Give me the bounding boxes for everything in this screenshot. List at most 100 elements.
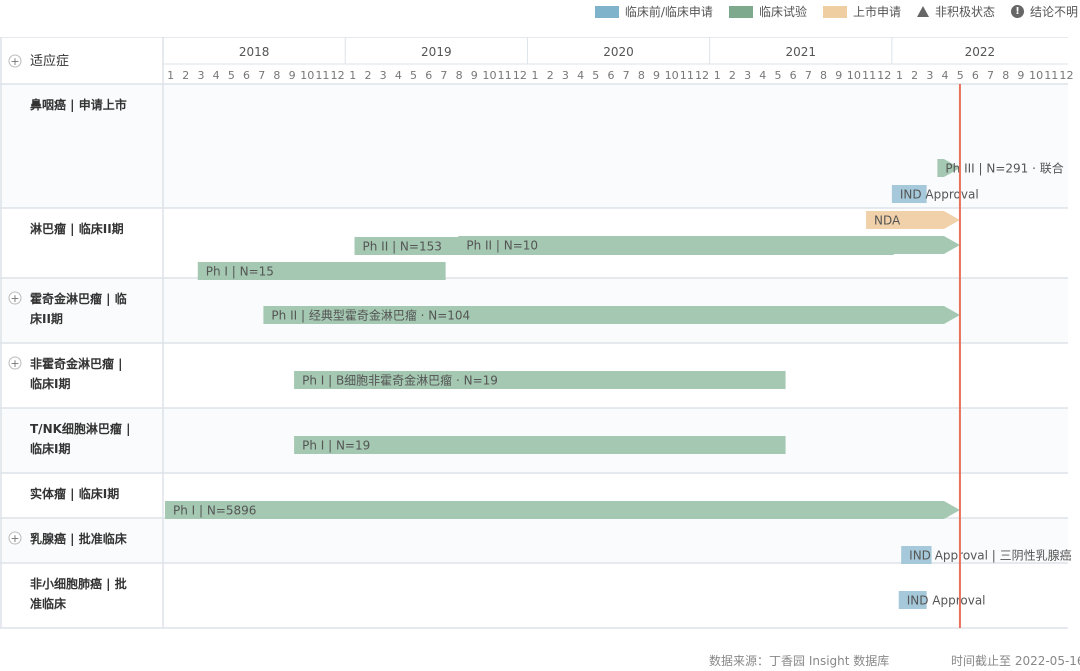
label-line: 准临床 bbox=[30, 596, 67, 611]
year-label: 2020 bbox=[603, 45, 634, 59]
month-label: 7 bbox=[805, 69, 812, 82]
legend-item[interactable]: 临床前/临床申请 bbox=[594, 3, 713, 20]
month-label: 3 bbox=[562, 69, 569, 82]
legend-swatch bbox=[822, 5, 847, 18]
indication-label: 实体瘤 | 临床I期 bbox=[30, 486, 119, 501]
month-label: 9 bbox=[289, 69, 296, 82]
month-label: 10 bbox=[665, 69, 679, 82]
month-label: 12 bbox=[695, 69, 709, 82]
month-label: 4 bbox=[395, 69, 402, 82]
month-label: 9 bbox=[1017, 69, 1024, 82]
month-label: 11 bbox=[1044, 69, 1058, 82]
month-label: 3 bbox=[197, 69, 204, 82]
year-label: 2021 bbox=[785, 45, 816, 59]
month-label: 8 bbox=[638, 69, 645, 82]
indication-label: 乳腺癌 | 批准临床 bbox=[30, 531, 128, 546]
month-label: 11 bbox=[862, 69, 876, 82]
indication-label: 鼻咽癌 | 申请上市 bbox=[30, 97, 127, 112]
month-label: 1 bbox=[714, 69, 721, 82]
bar-label: Ph I | N=19 bbox=[302, 439, 370, 453]
month-label: 5 bbox=[228, 69, 235, 82]
label-line: T/NK细胞淋巴瘤 | bbox=[30, 421, 135, 436]
triangle-icon bbox=[916, 6, 929, 17]
month-label: 7 bbox=[258, 69, 265, 82]
month-label: 12 bbox=[877, 69, 891, 82]
label-line: 淋巴瘤 | 临床II期 bbox=[30, 221, 124, 236]
month-label: 9 bbox=[835, 69, 842, 82]
legend-label: 临床试验 bbox=[758, 5, 807, 19]
legend-label: 结论不明 bbox=[1029, 5, 1078, 19]
legend-label: 非积极状态 bbox=[934, 5, 995, 19]
month-label: 6 bbox=[243, 69, 250, 82]
label-line: 乳腺癌 | 批准临床 bbox=[30, 531, 128, 546]
month-label: 8 bbox=[820, 69, 827, 82]
month-label: 2 bbox=[364, 69, 371, 82]
plus-glyph: + bbox=[10, 55, 19, 68]
month-label: 12 bbox=[331, 69, 345, 82]
month-label: 5 bbox=[592, 69, 599, 82]
legend-item[interactable]: ! 结论不明 bbox=[1010, 3, 1078, 20]
month-label: 6 bbox=[790, 69, 797, 82]
month-label: 5 bbox=[957, 69, 964, 82]
bar-label: IND Approval bbox=[907, 594, 986, 608]
bar-label: Ph II | 经典型霍奇金淋巴瘤 · N=104 bbox=[271, 308, 470, 323]
month-label: 12 bbox=[513, 69, 527, 82]
month-label: 10 bbox=[300, 69, 314, 82]
month-label: 12 bbox=[1059, 69, 1073, 82]
month-label: 4 bbox=[942, 69, 949, 82]
bar-label: Ph III | N=291 · 联合 bbox=[945, 161, 1063, 176]
month-label: 1 bbox=[167, 69, 174, 82]
bar-label: Ph I | N=5896 bbox=[173, 504, 256, 518]
month-label: 7 bbox=[987, 69, 994, 82]
month-label: 6 bbox=[425, 69, 432, 82]
bar-label: IND Approval | 三阴性乳腺癌 bbox=[909, 548, 1072, 563]
month-label: 9 bbox=[653, 69, 660, 82]
month-label: 1 bbox=[896, 69, 903, 82]
plus-glyph: + bbox=[10, 292, 19, 305]
data-source-note: 数据来源：丁香园 Insight 数据库 bbox=[709, 654, 890, 668]
legend-label: 上市申请 bbox=[852, 5, 901, 19]
month-label: 5 bbox=[410, 69, 417, 82]
month-label: 1 bbox=[349, 69, 356, 82]
month-label: 10 bbox=[482, 69, 496, 82]
label-line: 非霍奇金淋巴瘤 | bbox=[30, 356, 127, 371]
month-label: 2 bbox=[182, 69, 189, 82]
bar-label: Ph II | N=153 bbox=[363, 240, 442, 254]
month-label: 11 bbox=[680, 69, 694, 82]
month-label: 4 bbox=[577, 69, 584, 82]
month-label: 2 bbox=[729, 69, 736, 82]
legend-swatch bbox=[594, 5, 619, 18]
month-label: 7 bbox=[623, 69, 630, 82]
plus-glyph: + bbox=[10, 532, 19, 545]
pipeline-gantt-chart: 2018 2019 2020 2021 2022 1 2 3 4 5 6 7 8 9 10 11 12 1 2 3 4 5… bbox=[0, 37, 1080, 629]
column-header-label: 适应症 bbox=[30, 53, 69, 69]
label-line: 床II期 bbox=[30, 311, 63, 326]
legend-label: 临床前/临床申请 bbox=[624, 5, 713, 19]
legend-item[interactable]: 临床试验 bbox=[728, 3, 807, 20]
month-label: 10 bbox=[1029, 69, 1043, 82]
legend-item[interactable]: 非积极状态 bbox=[916, 3, 995, 20]
month-label: 8 bbox=[273, 69, 280, 82]
month-label: 11 bbox=[498, 69, 512, 82]
month-label: 1 bbox=[532, 69, 539, 82]
legend-swatch bbox=[728, 5, 753, 18]
phase-bar bbox=[164, 501, 960, 519]
label-line: 鼻咽癌 | 申请上市 bbox=[30, 97, 127, 112]
year-label: 2018 bbox=[239, 45, 270, 59]
month-label: 7 bbox=[440, 69, 447, 82]
month-label: 2 bbox=[911, 69, 918, 82]
month-label: 5 bbox=[774, 69, 781, 82]
month-label: 8 bbox=[456, 69, 463, 82]
month-label: 3 bbox=[926, 69, 933, 82]
month-label: 6 bbox=[607, 69, 614, 82]
year-label: 2022 bbox=[965, 45, 996, 59]
month-label: 6 bbox=[972, 69, 979, 82]
month-label: 9 bbox=[471, 69, 478, 82]
label-line: 临床I期 bbox=[30, 376, 70, 391]
month-label: 2 bbox=[547, 69, 554, 82]
indication-label: 淋巴瘤 | 临床II期 bbox=[30, 221, 124, 236]
label-line: 实体瘤 | 临床I期 bbox=[30, 486, 119, 501]
legend-item[interactable]: 上市申请 bbox=[822, 3, 901, 20]
label-line: 临床I期 bbox=[30, 441, 70, 456]
month-label: 8 bbox=[1002, 69, 1009, 82]
